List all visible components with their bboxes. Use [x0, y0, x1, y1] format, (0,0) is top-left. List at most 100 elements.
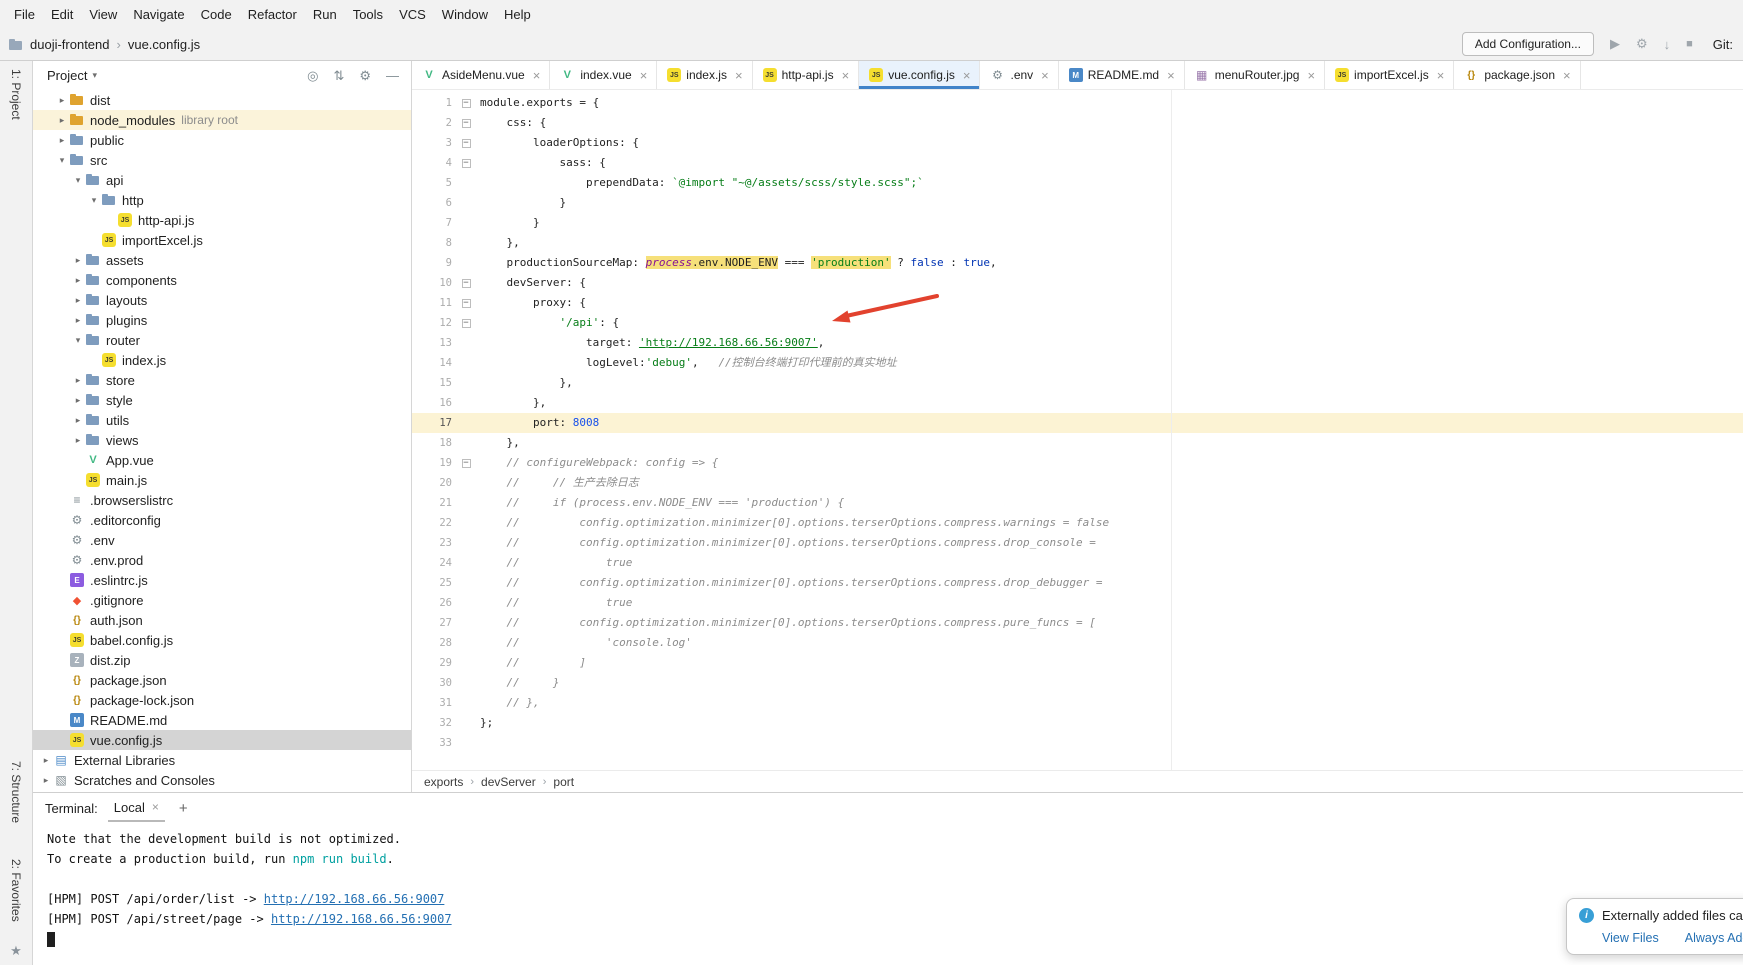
menu-item-edit[interactable]: Edit — [43, 3, 81, 26]
chevron-right-icon[interactable]: ▸ — [55, 115, 69, 126]
close-tab-icon[interactable]: × — [1041, 68, 1049, 83]
editor-tab-http-api-js[interactable]: JShttp-api.js× — [753, 61, 860, 89]
code-line-15[interactable]: 15 }, — [412, 373, 1743, 393]
run-icon[interactable]: ▶ — [1610, 36, 1620, 52]
chevron-down-icon[interactable]: ▾ — [87, 195, 101, 206]
code-line-29[interactable]: 29 // ] — [412, 653, 1743, 673]
tree-item-package-json[interactable]: {}package.json — [33, 670, 411, 690]
tree-item-env[interactable]: ⚙.env — [33, 530, 411, 550]
chevron-right-icon[interactable]: ▸ — [39, 755, 53, 766]
tree-item-importexcel-js[interactable]: JSimportExcel.js — [33, 230, 411, 250]
code-line-30[interactable]: 30 // } — [412, 673, 1743, 693]
git-label[interactable]: Git: — [1713, 37, 1733, 52]
code-line-11[interactable]: 11− proxy: { — [412, 293, 1743, 313]
tree-item-layouts[interactable]: ▸layouts — [33, 290, 411, 310]
tree-item-style[interactable]: ▸style — [33, 390, 411, 410]
terminal-link[interactable]: http://192.168.66.56:9007 — [264, 892, 445, 906]
tree-item-src[interactable]: ▾src — [33, 150, 411, 170]
tree-item-node-modules[interactable]: ▸node_moduleslibrary root — [33, 110, 411, 130]
chevron-down-icon[interactable]: ▾ — [71, 175, 85, 186]
tree-item-dist-zip[interactable]: Zdist.zip — [33, 650, 411, 670]
tool-stripe-structure[interactable]: 7: Structure — [9, 761, 23, 823]
code-line-8[interactable]: 8 }, — [412, 233, 1743, 253]
tree-item-gitignore[interactable]: ◆.gitignore — [33, 590, 411, 610]
code-line-5[interactable]: 5 prependData: `@import "~@/assets/scss/… — [412, 173, 1743, 193]
chevron-right-icon[interactable]: ▸ — [71, 395, 85, 406]
breadcrumb-file[interactable]: vue.config.js — [128, 37, 200, 52]
close-tab-icon[interactable]: × — [1563, 68, 1571, 83]
code-line-10[interactable]: 10− devServer: { — [412, 273, 1743, 293]
close-tab-icon[interactable]: × — [1307, 68, 1315, 83]
tree-item-scratches-and-consoles[interactable]: ▸▧Scratches and Consoles — [33, 770, 411, 790]
code-line-16[interactable]: 16 }, — [412, 393, 1743, 413]
code-line-14[interactable]: 14 logLevel:'debug', //控制台终端打印代理前的真实地址 — [412, 353, 1743, 373]
close-tab-icon[interactable]: × — [842, 68, 850, 83]
tree-item-eslintrc-js[interactable]: E.eslintrc.js — [33, 570, 411, 590]
notification-action-always-add[interactable]: Always Add — [1685, 931, 1743, 945]
hide-panel-icon[interactable]: — — [386, 68, 399, 83]
tree-item-browserslistrc[interactable]: ≡.browserslistrc — [33, 490, 411, 510]
tree-item-plugins[interactable]: ▸plugins — [33, 310, 411, 330]
editor-tab-index-js[interactable]: JSindex.js× — [657, 61, 752, 89]
code-line-6[interactable]: 6 } — [412, 193, 1743, 213]
terminal-tab-local[interactable]: Local × — [108, 795, 165, 822]
menu-item-file[interactable]: File — [6, 3, 43, 26]
chevron-right-icon[interactable]: ▸ — [71, 315, 85, 326]
fold-collapse-icon[interactable]: − — [462, 299, 471, 308]
chevron-right-icon[interactable]: ▸ — [71, 435, 85, 446]
code-line-3[interactable]: 3− loaderOptions: { — [412, 133, 1743, 153]
code-line-9[interactable]: 9 productionSourceMap: process.env.NODE_… — [412, 253, 1743, 273]
menu-item-refactor[interactable]: Refactor — [240, 3, 305, 26]
project-panel-title[interactable]: Project — [47, 68, 87, 83]
tree-item-utils[interactable]: ▸utils — [33, 410, 411, 430]
editor-breadcrumb-port[interactable]: port — [553, 775, 574, 789]
close-tab-icon[interactable]: × — [963, 68, 971, 83]
tree-item-dist[interactable]: ▸dist — [33, 90, 411, 110]
new-terminal-icon[interactable]: + — [179, 800, 188, 817]
fold-collapse-icon[interactable]: − — [462, 119, 471, 128]
code-line-32[interactable]: 32}; — [412, 713, 1743, 733]
menu-item-vcs[interactable]: VCS — [391, 3, 434, 26]
fold-collapse-icon[interactable]: − — [462, 159, 471, 168]
code-line-7[interactable]: 7 } — [412, 213, 1743, 233]
code-line-12[interactable]: 12− '/api': { — [412, 313, 1743, 333]
fold-collapse-icon[interactable]: − — [462, 279, 471, 288]
chevron-right-icon[interactable]: ▸ — [71, 295, 85, 306]
tool-stripe-project[interactable]: 1: Project — [9, 69, 23, 120]
code-line-19[interactable]: 19− // configureWebpack: config => { — [412, 453, 1743, 473]
code-editor[interactable]: 1−module.exports = {2− css: {3− loaderOp… — [412, 90, 1743, 770]
tree-item-public[interactable]: ▸public — [33, 130, 411, 150]
fold-collapse-icon[interactable]: − — [462, 139, 471, 148]
code-line-21[interactable]: 21 // if (process.env.NODE_ENV === 'prod… — [412, 493, 1743, 513]
menu-item-navigate[interactable]: Navigate — [125, 3, 192, 26]
menu-item-code[interactable]: Code — [193, 3, 240, 26]
tree-item-env-prod[interactable]: ⚙.env.prod — [33, 550, 411, 570]
fold-collapse-icon[interactable]: − — [462, 99, 471, 108]
code-line-20[interactable]: 20 // // 生产去除日志 — [412, 473, 1743, 493]
editor-tab-importexcel-js[interactable]: JSimportExcel.js× — [1325, 61, 1454, 89]
chevron-down-icon[interactable]: ▾ — [71, 335, 85, 346]
tree-item-router[interactable]: ▾router — [33, 330, 411, 350]
tree-item-api[interactable]: ▾api — [33, 170, 411, 190]
code-line-17[interactable]: 17 port: 8008 — [412, 413, 1743, 433]
code-line-22[interactable]: 22 // config.optimization.minimizer[0].o… — [412, 513, 1743, 533]
close-tab-icon[interactable]: × — [1437, 68, 1445, 83]
breadcrumb-project[interactable]: duoji-frontend — [30, 37, 110, 52]
tree-item-http-api-js[interactable]: JShttp-api.js — [33, 210, 411, 230]
menu-item-window[interactable]: Window — [434, 3, 496, 26]
locate-file-icon[interactable]: ◎ — [307, 68, 318, 84]
tree-item-views[interactable]: ▸views — [33, 430, 411, 450]
chevron-right-icon[interactable]: ▸ — [71, 275, 85, 286]
tree-item-app-vue[interactable]: VApp.vue — [33, 450, 411, 470]
chevron-right-icon[interactable]: ▸ — [71, 255, 85, 266]
tree-item-store[interactable]: ▸store — [33, 370, 411, 390]
tree-item-external-libraries[interactable]: ▸▤External Libraries — [33, 750, 411, 770]
code-line-28[interactable]: 28 // 'console.log' — [412, 633, 1743, 653]
tree-item-components[interactable]: ▸components — [33, 270, 411, 290]
editor-breadcrumb-exports[interactable]: exports — [424, 775, 463, 789]
code-line-31[interactable]: 31 // }, — [412, 693, 1743, 713]
code-line-27[interactable]: 27 // config.optimization.minimizer[0].o… — [412, 613, 1743, 633]
chevron-down-icon[interactable]: ▾ — [55, 155, 69, 166]
menu-item-tools[interactable]: Tools — [345, 3, 391, 26]
tree-item-http[interactable]: ▾http — [33, 190, 411, 210]
